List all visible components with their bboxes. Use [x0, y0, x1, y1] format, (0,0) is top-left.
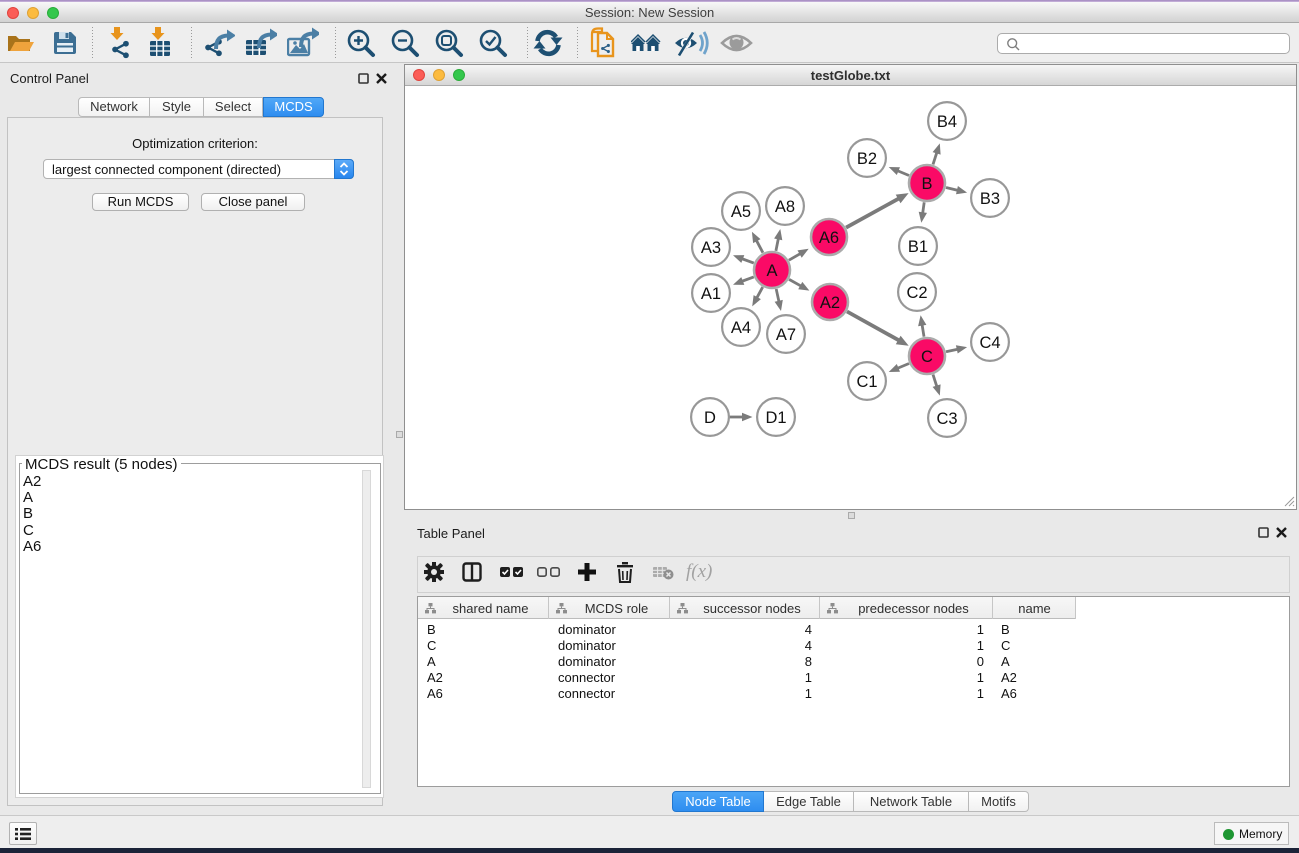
- svg-text:A1: A1: [701, 285, 721, 303]
- svg-text:B4: B4: [937, 113, 957, 131]
- svg-text:C: C: [921, 348, 933, 366]
- svg-text:B: B: [921, 175, 932, 193]
- svg-text:C2: C2: [906, 284, 927, 302]
- svg-text:C1: C1: [856, 373, 877, 391]
- svg-text:A: A: [766, 262, 777, 280]
- svg-text:B1: B1: [908, 238, 928, 256]
- svg-text:C4: C4: [979, 334, 1000, 352]
- svg-text:D: D: [704, 409, 716, 427]
- svg-text:D1: D1: [765, 409, 786, 427]
- svg-text:A8: A8: [775, 198, 795, 216]
- svg-text:A4: A4: [731, 319, 751, 337]
- svg-text:A6: A6: [819, 229, 839, 247]
- svg-text:B2: B2: [857, 150, 877, 168]
- svg-text:A7: A7: [776, 326, 796, 344]
- svg-text:C3: C3: [936, 410, 957, 428]
- svg-text:B3: B3: [980, 190, 1000, 208]
- svg-text:A2: A2: [820, 294, 840, 312]
- svg-text:A3: A3: [701, 239, 721, 257]
- svg-text:A5: A5: [731, 203, 751, 221]
